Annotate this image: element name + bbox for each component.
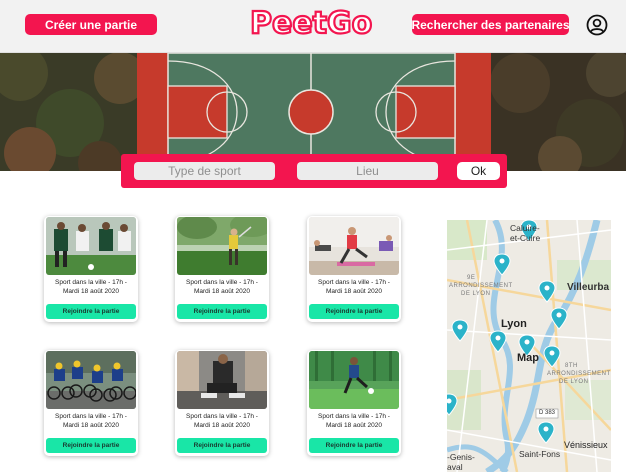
game-title: Sport dans la ville - 17h - <box>318 279 390 286</box>
map-label-map: Map <box>517 352 539 364</box>
join-game-button[interactable]: Rejoindre la partie <box>177 304 267 319</box>
join-game-button[interactable]: Rejoindre la partie <box>177 438 267 453</box>
game-title: Sport dans la ville - 17h - <box>55 413 127 420</box>
runner-tying-shoe-image <box>177 351 267 409</box>
map-label-laval: aval <box>447 462 463 472</box>
join-game-button[interactable]: Rejoindre la partie <box>309 304 399 319</box>
join-game-button[interactable]: Rejoindre la partie <box>46 438 136 453</box>
map-background <box>447 220 611 472</box>
user-circle-icon[interactable] <box>586 14 608 36</box>
peetgo-logo[interactable]: PeetGo <box>249 4 378 44</box>
map-label-road: D 383 <box>539 410 556 416</box>
football-kick-image <box>309 351 399 409</box>
game-title: Sport dans la ville - 17h - <box>55 279 127 286</box>
game-card-text: Sport dans la ville - 17h - Mardi 18 aoû… <box>177 278 267 296</box>
game-title: Sport dans la ville - 17h - <box>318 413 390 420</box>
golfer-image <box>177 217 267 275</box>
search-partners-button[interactable]: Rechercher des partenaires <box>411 14 570 35</box>
map-label-genis: -Genis- <box>447 452 475 462</box>
fitness-class-image <box>309 217 399 275</box>
join-game-button[interactable]: Rejoindre la partie <box>309 438 399 453</box>
join-game-button[interactable]: Rejoindre la partie <box>46 304 136 319</box>
map-label-venissieux: Vénissieux <box>564 440 608 450</box>
map-label-arr9c: DE LYON <box>461 291 491 297</box>
map-label-caluire2: et-Cuire <box>510 233 541 243</box>
game-date: Mardi 18 août 2020 <box>62 422 119 429</box>
game-date: Mardi 18 août 2020 <box>193 422 250 429</box>
game-date: Mardi 18 août 2020 <box>193 288 250 295</box>
football-players-image <box>46 217 136 275</box>
game-card-text: Sport dans la ville - 17h - Mardi 18 aoû… <box>46 412 136 430</box>
map-label-arr8b: ARRONDISSEMENT <box>547 371 611 377</box>
map-label-villeurbanne: Villeurba <box>567 282 610 293</box>
game-card[interactable]: Sport dans la ville - 17h - Mardi 18 aoû… <box>307 216 401 322</box>
page: Créer une partie PeetGo Rechercher des p… <box>0 0 626 472</box>
place-input[interactable]: Lieu <box>297 162 438 180</box>
game-card-text: Sport dans la ville - 17h - Mardi 18 aoû… <box>309 278 399 296</box>
game-date: Mardi 18 août 2020 <box>325 288 382 295</box>
create-game-button[interactable]: Créer une partie <box>25 14 157 35</box>
map[interactable]: Caluire- et-Cuire 9E ARRONDISSEMENT DE L… <box>447 220 611 472</box>
game-date: Mardi 18 août 2020 <box>325 422 382 429</box>
logo-text: PeetGo <box>249 5 373 42</box>
game-date: Mardi 18 août 2020 <box>62 288 119 295</box>
game-card[interactable]: Sport dans la ville - 17h - Mardi 18 aoû… <box>44 350 138 456</box>
search-bar: Type de sport Lieu Ok <box>121 154 507 188</box>
game-card-text: Sport dans la ville - 17h - Mardi 18 aoû… <box>46 278 136 296</box>
sport-type-input[interactable]: Type de sport <box>134 162 275 180</box>
map-label-caluire: Caluire- <box>510 223 540 233</box>
game-title: Sport dans la ville - 17h - <box>186 413 258 420</box>
game-card-text: Sport dans la ville - 17h - Mardi 18 aoû… <box>309 412 399 430</box>
map-label-arr9b: ARRONDISSEMENT <box>449 283 513 289</box>
map-label-lyon: Lyon <box>501 318 527 330</box>
header: Créer une partie PeetGo Rechercher des p… <box>0 0 626 53</box>
cyclists-image <box>46 351 136 409</box>
game-card[interactable]: Sport dans la ville - 17h - Mardi 18 aoû… <box>175 350 269 456</box>
search-ok-button[interactable]: Ok <box>457 162 500 180</box>
game-card-text: Sport dans la ville - 17h - Mardi 18 aoû… <box>177 412 267 430</box>
map-label-arr8: 8TH <box>565 363 578 369</box>
game-title: Sport dans la ville - 17h - <box>186 279 258 286</box>
map-label-saint-fons: Saint-Fons <box>519 449 561 459</box>
map-label-arr8c: DE LYON <box>559 379 589 385</box>
game-card[interactable]: Sport dans la ville - 17h - Mardi 18 aoû… <box>307 350 401 456</box>
map-label-arr9: 9E <box>467 275 476 281</box>
game-card[interactable]: Sport dans la ville - 17h - Mardi 18 aoû… <box>44 216 138 322</box>
game-card[interactable]: Sport dans la ville - 17h - Mardi 18 aoû… <box>175 216 269 322</box>
